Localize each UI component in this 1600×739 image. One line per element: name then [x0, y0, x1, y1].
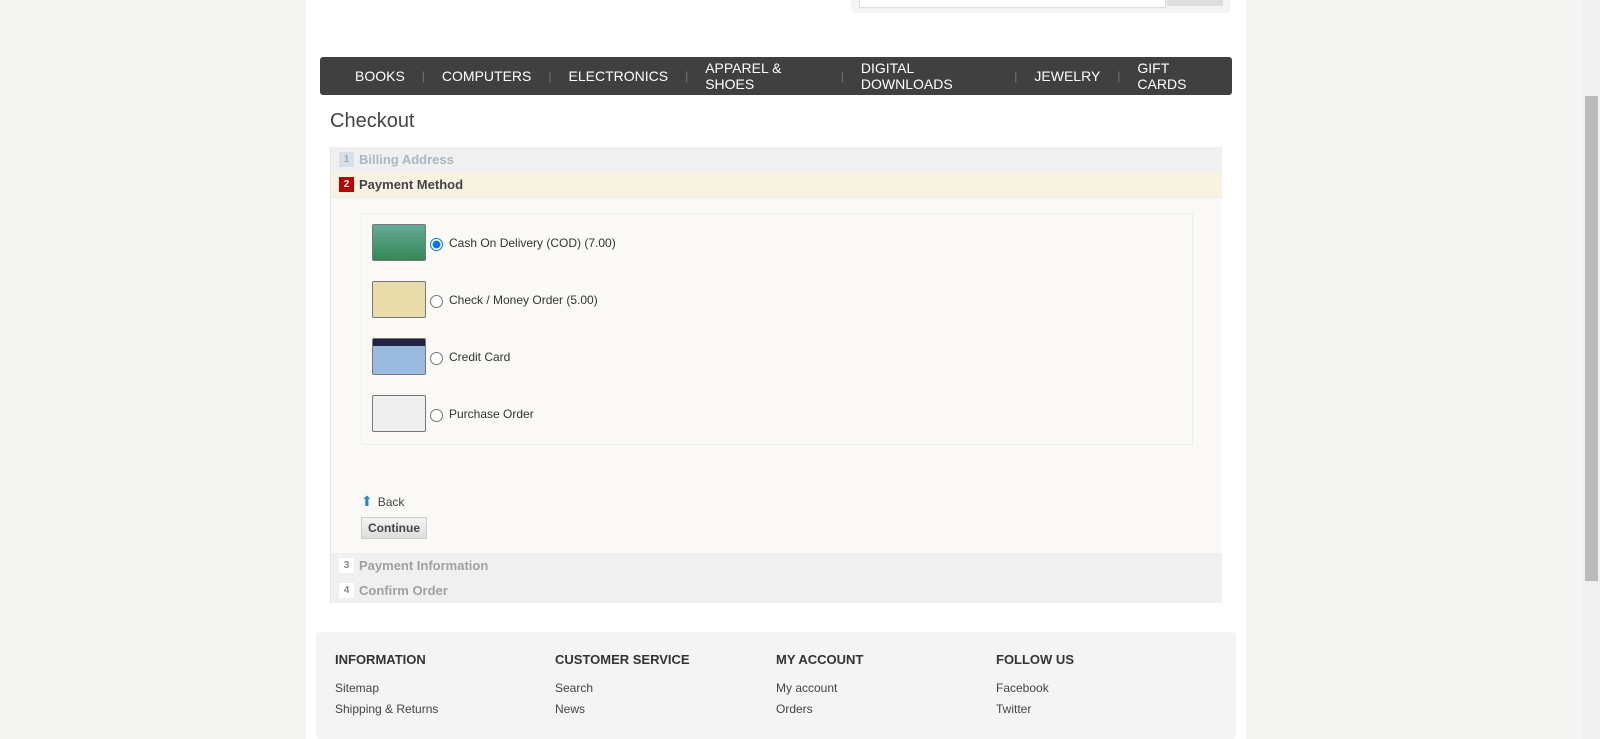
step-number: 2 — [339, 177, 354, 192]
footer: INFORMATION Sitemap Shipping & Returns CUS… — [316, 632, 1236, 739]
nav-computers[interactable]: COMPUTERS — [425, 68, 548, 84]
continue-button[interactable]: Continue — [361, 517, 427, 539]
top-menu: BOOKS | COMPUTERS | ELECTRONICS | APPAREL &… — [320, 57, 1232, 95]
step-number: 1 — [339, 152, 354, 167]
back-label: Back — [377, 494, 405, 509]
method-po[interactable]: Purchase Order — [372, 395, 534, 432]
nav-electronics[interactable]: ELECTRONICS — [552, 68, 686, 84]
footer-link[interactable]: My account — [776, 681, 863, 695]
nav-digital[interactable]: DIGITAL DOWNLOADS — [844, 60, 1014, 92]
step-confirm-order: 4 Confirm Order — [330, 578, 1222, 603]
footer-link[interactable]: Sitemap — [335, 681, 438, 695]
method-label: Cash On Delivery (COD) (7.00) — [449, 235, 616, 250]
method-check[interactable]: Check / Money Order (5.00) — [372, 281, 598, 318]
radio-check[interactable] — [430, 295, 443, 308]
radio-po[interactable] — [430, 409, 443, 422]
footer-link[interactable]: Twitter — [996, 702, 1074, 716]
radio-credit-card[interactable] — [430, 352, 443, 365]
footer-heading: INFORMATION — [335, 652, 426, 667]
step-label: Payment Method — [359, 177, 464, 192]
radio-cod[interactable] — [430, 238, 443, 251]
search-input[interactable] — [859, 0, 1166, 8]
step-label: Billing Address — [359, 152, 454, 167]
footer-link[interactable]: Orders — [776, 702, 863, 716]
nav-gift-cards[interactable]: GIFT CARDS — [1120, 60, 1232, 92]
footer-link[interactable]: Search — [555, 681, 690, 695]
method-label: Purchase Order — [449, 406, 534, 421]
footer-link[interactable]: Shipping & Returns — [335, 702, 438, 716]
nav-books[interactable]: BOOKS — [338, 68, 422, 84]
nav-jewelry[interactable]: JEWELRY — [1017, 68, 1117, 84]
payment-methods: Cash On Delivery (COD) (7.00) Check / Mo… — [361, 213, 1193, 445]
purchase-order-icon — [372, 395, 426, 432]
back-link[interactable]: ⬆ Back — [361, 493, 404, 510]
method-label: Check / Money Order (5.00) — [449, 292, 598, 307]
method-label: Credit Card — [449, 349, 511, 364]
step-billing-address[interactable]: 1 Billing Address — [330, 147, 1222, 172]
step-payment-method: 2 Payment Method — [330, 172, 1222, 198]
step-label: Confirm Order — [359, 583, 448, 598]
credit-card-icon — [372, 338, 426, 375]
scrollbar[interactable] — [1583, 0, 1600, 739]
method-cod[interactable]: Cash On Delivery (COD) (7.00) — [372, 224, 616, 261]
step-payment-information: 3 Payment Information — [330, 553, 1222, 578]
footer-heading: MY ACCOUNT — [776, 652, 864, 667]
nav-apparel[interactable]: APPAREL & SHOES — [688, 60, 841, 92]
footer-link[interactable]: Facebook — [996, 681, 1074, 695]
search-button[interactable] — [1167, 0, 1223, 6]
method-credit-card[interactable]: Credit Card — [372, 338, 510, 375]
page-title: Checkout — [330, 110, 415, 132]
step-label: Payment Information — [359, 558, 489, 573]
step-number: 4 — [339, 583, 354, 598]
arrow-up-icon: ⬆ — [361, 493, 373, 509]
step-number: 3 — [339, 558, 354, 573]
footer-heading: FOLLOW US — [996, 652, 1074, 667]
scrollbar-thumb[interactable] — [1585, 96, 1598, 581]
search-box — [851, 0, 1231, 13]
page: BOOKS | COMPUTERS | ELECTRONICS | APPAREL &… — [306, 0, 1246, 739]
check-icon — [372, 281, 426, 318]
footer-heading: CUSTOMER SERVICE — [555, 652, 690, 667]
footer-link[interactable]: News — [555, 702, 690, 716]
card-icon — [372, 224, 426, 261]
